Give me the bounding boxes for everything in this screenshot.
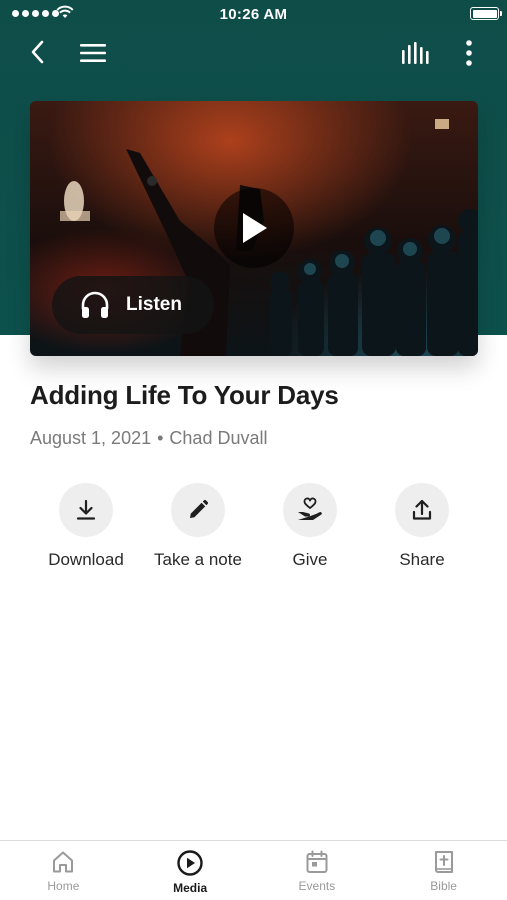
tab-home-label: Home: [47, 879, 80, 893]
listen-button[interactable]: Listen: [52, 276, 214, 334]
take-note-circle[interactable]: [171, 483, 225, 537]
back-button[interactable]: [22, 36, 54, 68]
more-options-button[interactable]: [454, 36, 484, 70]
tab-media[interactable]: Media: [127, 841, 254, 900]
give-hand-heart-icon: [298, 497, 322, 520]
tab-media-label: Media: [173, 881, 208, 895]
bottom-tab-bar: Home Media Events Bible: [0, 840, 507, 900]
sermon-speaker: Chad Duvall: [169, 428, 268, 448]
calendar-icon: [306, 850, 328, 873]
sermon-hero-image[interactable]: Listen: [30, 101, 478, 356]
give-button[interactable]: Give: [254, 483, 366, 570]
tab-events[interactable]: Events: [254, 841, 381, 900]
menu-button[interactable]: [76, 38, 110, 68]
tab-home[interactable]: Home: [0, 841, 127, 900]
vertical-dots-icon: [466, 40, 472, 66]
share-button[interactable]: Share: [366, 483, 478, 570]
download-label: Download: [48, 550, 124, 569]
status-time: 10:26 AM: [219, 6, 288, 23]
share-label: Share: [399, 550, 445, 569]
listen-label: Listen: [126, 294, 182, 315]
hamburger-menu-icon: [80, 44, 106, 62]
meta-separator: •: [157, 428, 164, 448]
sermon-meta: August 1, 2021 • Chad Duvall: [30, 428, 267, 449]
status-bar: 10:26 AM: [0, 0, 507, 28]
tab-events-label: Events: [298, 879, 336, 893]
share-upload-icon: [412, 499, 432, 520]
download-button[interactable]: Download: [30, 483, 142, 570]
download-icon: [76, 499, 96, 520]
headphones-icon: [81, 291, 109, 318]
bible-icon: [434, 851, 453, 873]
action-row: Download Take a note Give Share: [30, 483, 478, 578]
tab-bible-label: Bible: [430, 879, 457, 893]
pencil-icon: [190, 499, 209, 518]
battery-icon: [470, 7, 502, 20]
download-circle[interactable]: [59, 483, 113, 537]
home-icon: [53, 851, 74, 873]
chevron-left-icon: [31, 40, 44, 64]
sermon-date: August 1, 2021: [30, 428, 152, 448]
share-circle[interactable]: [395, 483, 449, 537]
play-circle-icon: [177, 850, 203, 876]
sermon-title: Adding Life To Your Days: [30, 380, 339, 410]
give-label: Give: [292, 550, 328, 569]
audio-levels-button[interactable]: [398, 38, 432, 68]
give-circle[interactable]: [283, 483, 337, 537]
take-note-label: Take a note: [154, 550, 242, 569]
equalizer-icon: [402, 42, 429, 64]
tab-bible[interactable]: Bible: [380, 841, 507, 900]
play-button[interactable]: [214, 188, 294, 268]
take-note-button[interactable]: Take a note: [142, 483, 254, 570]
play-icon: [243, 213, 267, 243]
